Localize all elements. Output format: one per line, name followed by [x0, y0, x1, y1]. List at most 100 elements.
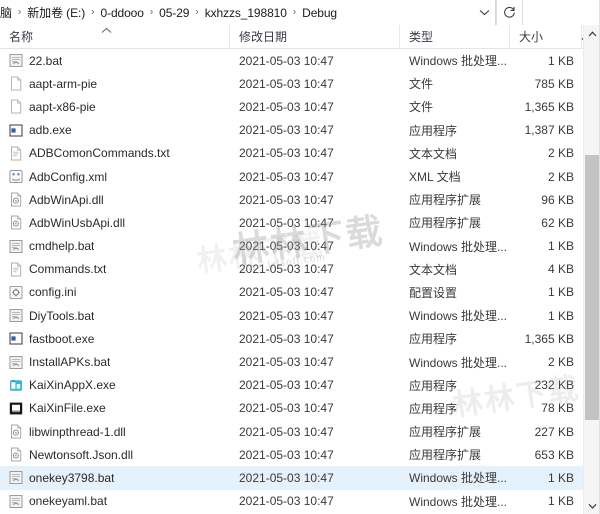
file-name-cell[interactable]: 22.bat [0, 49, 230, 72]
column-header-size[interactable]: 大小 [510, 24, 582, 49]
file-name-cell[interactable]: onekeyaml.bat [0, 490, 230, 513]
file-date-cell: 2021-05-03 10:47 [239, 447, 334, 462]
table-row[interactable]: aapt-x86-pie 2021-05-03 10:47 文件 1,365 KB [0, 95, 583, 118]
table-row[interactable]: Commands.txt 2021-05-03 10:47 文本文档 4 KB [0, 258, 583, 281]
file-type-cell: 应用程序扩展 [409, 425, 482, 440]
search-input[interactable] [522, 0, 600, 25]
file-size-cell: 1,365 KB [524, 99, 574, 114]
file-date-cell: 2021-05-03 10:47 [239, 192, 334, 207]
file-name-label: onekey3798.bat [29, 470, 115, 485]
file-name-cell[interactable]: onekey3798.bat [0, 466, 230, 489]
table-row[interactable]: aapt-arm-pie 2021-05-03 10:47 文件 785 KB [0, 72, 583, 95]
file-name-label: AdbConfig.xml [29, 169, 108, 184]
file-name-cell[interactable]: aapt-x86-pie [0, 95, 230, 118]
kaixin-icon [9, 378, 23, 393]
table-row[interactable]: AdbWinApi.dll 2021-05-03 10:47 应用程序扩展 96 KB [0, 188, 583, 211]
breadcrumb-item-3[interactable]: 05-29 [157, 6, 191, 20]
file-type-cell: 文本文档 [409, 262, 458, 277]
bat-icon [9, 470, 23, 485]
file-name-cell[interactable]: InstallAPKs.bat [0, 350, 230, 373]
exe-icon [9, 123, 23, 138]
file-name-cell[interactable]: AdbWinApi.dll [0, 188, 230, 211]
file-name-cell[interactable]: KaiXinAppX.exe [0, 374, 230, 397]
breadcrumb-separator: › [91, 6, 95, 18]
column-header-name[interactable]: 名称 [0, 24, 230, 49]
ini-icon [9, 285, 23, 300]
file-date-cell: 2021-05-03 10:47 [239, 239, 334, 254]
scrollbar-thumb[interactable] [585, 155, 599, 420]
file-date-cell: 2021-05-03 10:47 [239, 76, 334, 91]
breadcrumb-separator: › [195, 6, 199, 18]
table-row[interactable]: KaiXinFile.exe 2021-05-03 10:47 应用程序 78 KB [0, 397, 583, 420]
blank-icon [9, 99, 23, 114]
file-list[interactable]: 22.bat 2021-05-03 10:47 Windows 批处理... 1 KB… [0, 49, 583, 514]
breadcrumb-item-5[interactable]: Debug [300, 6, 339, 20]
scroll-up-button[interactable] [584, 25, 600, 42]
file-type-cell: Windows 批处理... [409, 54, 508, 69]
file-name-cell[interactable]: Newtonsoft.Json.dll [0, 443, 230, 466]
dll-icon [9, 215, 23, 230]
file-name-cell[interactable]: aapt-arm-pie [0, 72, 230, 95]
file-type-cell: Windows 批处理... [409, 494, 508, 509]
file-name-cell[interactable]: libwinpthread-1.dll [0, 420, 230, 443]
scroll-down-button[interactable] [584, 497, 600, 514]
file-name-cell[interactable]: Commands.txt [0, 258, 230, 281]
file-name-cell[interactable]: AdbConfig.xml [0, 165, 230, 188]
column-header-row: 名称 修改日期 类型 大小 [0, 24, 600, 49]
file-name-label: AdbWinApi.dll [29, 192, 104, 207]
breadcrumb-item-4[interactable]: kxhzzs_198810 [203, 6, 289, 20]
file-name-cell[interactable]: cmdhelp.bat [0, 235, 230, 258]
table-row[interactable]: KaiXinAppX.exe 2021-05-03 10:47 应用程序 232 KB [0, 374, 583, 397]
table-row[interactable]: libwinpthread-1.dll 2021-05-03 10:47 应用程序扩… [0, 420, 583, 443]
table-row[interactable]: ADBComonCommands.txt 2021-05-03 10:47 文本文档… [0, 142, 583, 165]
file-type-cell: 文件 [409, 100, 434, 115]
table-row[interactable]: InstallAPKs.bat 2021-05-03 10:47 Windows 批… [0, 350, 583, 373]
table-row[interactable]: AdbWinUsbApi.dll 2021-05-03 10:47 应用程序扩展 62… [0, 211, 583, 234]
breadcrumb-separator: › [292, 6, 297, 18]
breadcrumb[interactable]: 脑 › 新加卷 (E:) › 0-ddooo › 05-29 › kxhzzs_… [0, 0, 496, 25]
file-name-label: KaiXinFile.exe [29, 401, 106, 416]
file-date-cell: 2021-05-03 10:47 [239, 262, 334, 277]
table-row[interactable]: adb.exe 2021-05-03 10:47 应用程序 1,387 KB [0, 119, 583, 142]
file-date-cell: 2021-05-03 10:47 [239, 53, 334, 68]
file-date-cell: 2021-05-03 10:47 [239, 308, 334, 323]
file-type-cell: 应用程序 [409, 378, 458, 393]
file-date-cell: 2021-05-03 10:47 [239, 169, 334, 184]
file-name-cell[interactable]: config.ini [0, 281, 230, 304]
table-row[interactable]: fastboot.exe 2021-05-03 10:47 应用程序 1,365 KB [0, 327, 583, 350]
file-name-cell[interactable]: AdbWinUsbApi.dll [0, 211, 230, 234]
file-size-cell: 1 KB [547, 285, 574, 300]
txt-icon [9, 146, 23, 161]
table-row[interactable]: AdbConfig.xml 2021-05-03 10:47 XML 文档 2 KB [0, 165, 583, 188]
breadcrumb-item-1[interactable]: 新加卷 (E:) [25, 4, 87, 21]
file-type-cell: 应用程序 [409, 332, 458, 347]
table-row[interactable]: onekeyaml.bat 2021-05-03 10:47 Windows 批处理… [0, 490, 583, 513]
table-row[interactable]: Newtonsoft.Json.dll 2021-05-03 10:47 应用程序扩… [0, 443, 583, 466]
breadcrumb-item-0[interactable]: 脑 [0, 4, 14, 21]
refresh-button[interactable] [496, 0, 522, 25]
table-row[interactable]: 22.bat 2021-05-03 10:47 Windows 批处理... 1 KB [0, 49, 583, 72]
file-date-cell: 2021-05-03 10:47 [239, 331, 334, 346]
file-name-cell[interactable]: DiyTools.bat [0, 304, 230, 327]
file-name-cell[interactable]: adb.exe [0, 119, 230, 142]
column-header-type[interactable]: 类型 [400, 24, 510, 49]
dll-icon [9, 192, 23, 207]
chevron-down-icon[interactable] [473, 0, 495, 25]
table-row[interactable]: DiyTools.bat 2021-05-03 10:47 Windows 批处理.… [0, 304, 583, 327]
dll-icon [9, 447, 23, 462]
table-row[interactable]: config.ini 2021-05-03 10:47 配置设置 1 KB [0, 281, 583, 304]
file-name-label: aapt-arm-pie [29, 76, 98, 91]
file-date-cell: 2021-05-03 10:47 [239, 494, 334, 509]
bat-icon [9, 239, 23, 254]
bat-icon [9, 53, 23, 68]
file-size-cell: 4 KB [547, 262, 574, 277]
table-row[interactable]: onekey3798.bat 2021-05-03 10:47 Windows 批处… [0, 466, 583, 490]
file-name-cell[interactable]: fastboot.exe [0, 327, 230, 350]
column-header-date[interactable]: 修改日期 [230, 24, 400, 49]
file-name-cell[interactable]: KaiXinFile.exe [0, 397, 230, 420]
table-row[interactable]: cmdhelp.bat 2021-05-03 10:47 Windows 批处理..… [0, 235, 583, 258]
file-name-label: Commands.txt [29, 262, 107, 277]
file-name-cell[interactable]: ADBComonCommands.txt [0, 142, 230, 165]
vertical-scrollbar[interactable] [583, 25, 600, 514]
breadcrumb-item-2[interactable]: 0-ddooo [98, 6, 145, 20]
